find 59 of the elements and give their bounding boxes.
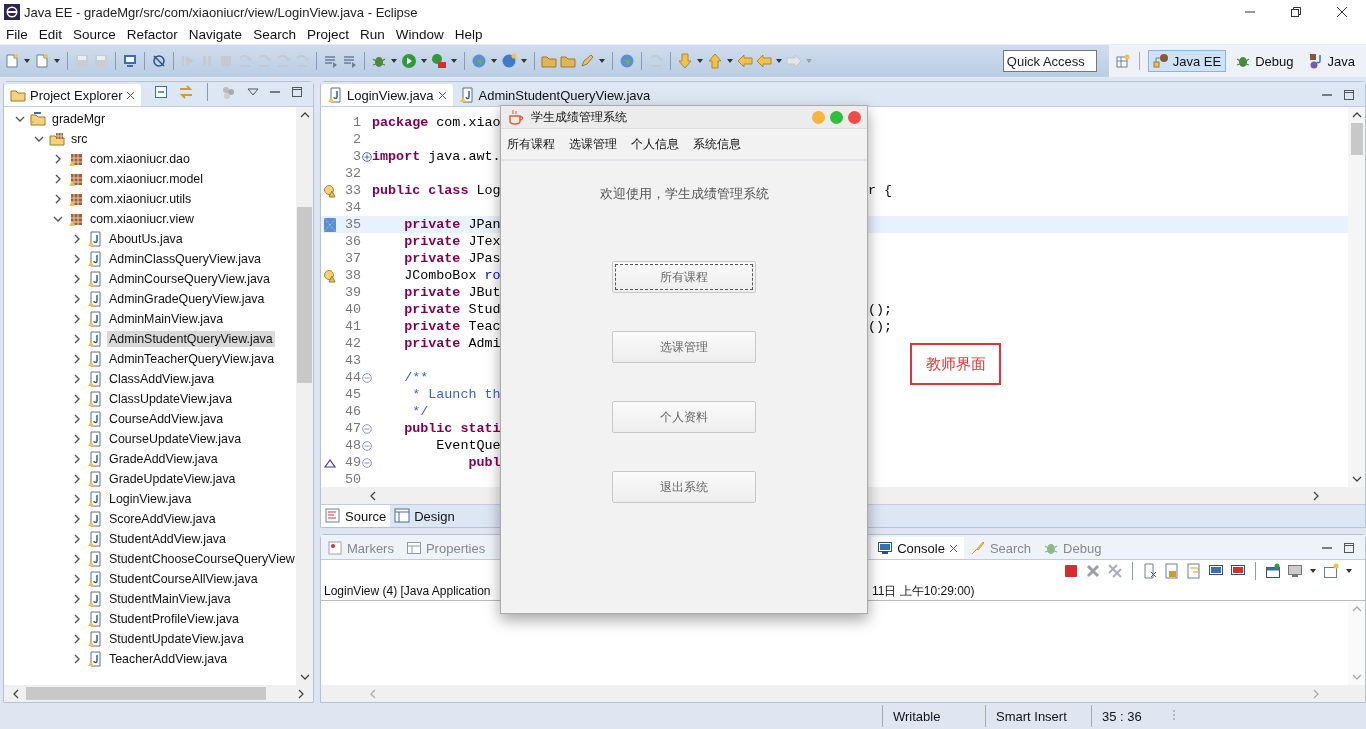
code-line: private Stud (403, 302, 501, 317)
line-number: 46 (343, 404, 361, 419)
code-line: JComboBox ro (403, 268, 501, 283)
code-line: public stati (403, 421, 501, 436)
code-line: private Teac (403, 319, 501, 334)
line-number: 43 (343, 353, 361, 368)
tab-label: AdminStudentQueryView.java (478, 87, 651, 103)
console-header: LoginView (4) [Java Application (324, 584, 492, 598)
line-number: 42 (343, 336, 361, 351)
line-number: 41 (343, 319, 361, 334)
line-number: 32 (343, 166, 361, 181)
line-number: 35 (343, 217, 361, 232)
code-fragment: (); (868, 319, 893, 334)
code-line: private JBut (403, 285, 501, 300)
tab-label: Search (989, 540, 1032, 556)
line-number: 34 (343, 200, 361, 215)
line-number: 40 (343, 302, 361, 317)
code-line: package com.xiao (372, 115, 501, 130)
line-number: 37 (343, 251, 361, 266)
dialog-title: 学生成绩管理系统 (531, 108, 627, 126)
status-field: Writable (882, 705, 985, 727)
code-line: private Admi (403, 336, 501, 351)
tab-label: Project Explorer (30, 87, 123, 103)
tab-label: Markers (347, 540, 394, 556)
window-title: Java EE - gradeMgr/src/com/xiaoniucr/view/LoginView.java - Eclipse (24, 4, 418, 20)
line-number: 44 (343, 370, 361, 385)
code-line: EventQue (435, 438, 501, 453)
status-field: 35 : 36 (1091, 705, 1172, 727)
code-line: * Launch th (411, 387, 501, 402)
line-number: 1 (351, 115, 361, 130)
line-number: 3 (351, 149, 361, 164)
code-fragment: r { (868, 183, 893, 198)
line-number: 33 (343, 183, 361, 198)
tab-label: LoginView.java (347, 87, 434, 103)
line-number: 38 (343, 268, 361, 283)
code-line: private JPan (403, 217, 501, 232)
code-line: public class Log (372, 183, 501, 198)
code-line: private JTex (403, 234, 501, 249)
code-line: */ (411, 404, 429, 419)
welcome-text: 欢迎使用，学生成绩管理系统 (599, 185, 769, 203)
tab-label: Console (897, 540, 945, 556)
code-line: publ (467, 455, 501, 470)
code-line: private JPas (403, 251, 501, 266)
line-number: 49 (343, 455, 361, 470)
line-number: 47 (343, 421, 361, 436)
annotation-label: 教师界面 (910, 343, 1001, 385)
code-fragment: (); (868, 302, 893, 317)
console-header: 11日 上午10:29:00) (872, 582, 975, 600)
code-line: import java.awt. (372, 149, 501, 164)
line-number: 45 (343, 387, 361, 402)
tab-label: Properties (425, 540, 486, 556)
status-field: Smart Insert (985, 705, 1091, 727)
line-number: 50 (343, 472, 361, 487)
line-number: 36 (343, 234, 361, 249)
line-number: 48 (343, 438, 361, 453)
code-line: /** (403, 370, 429, 385)
line-number: 39 (343, 285, 361, 300)
line-number: 2 (351, 132, 361, 147)
tab-label: Debug (1063, 540, 1102, 556)
